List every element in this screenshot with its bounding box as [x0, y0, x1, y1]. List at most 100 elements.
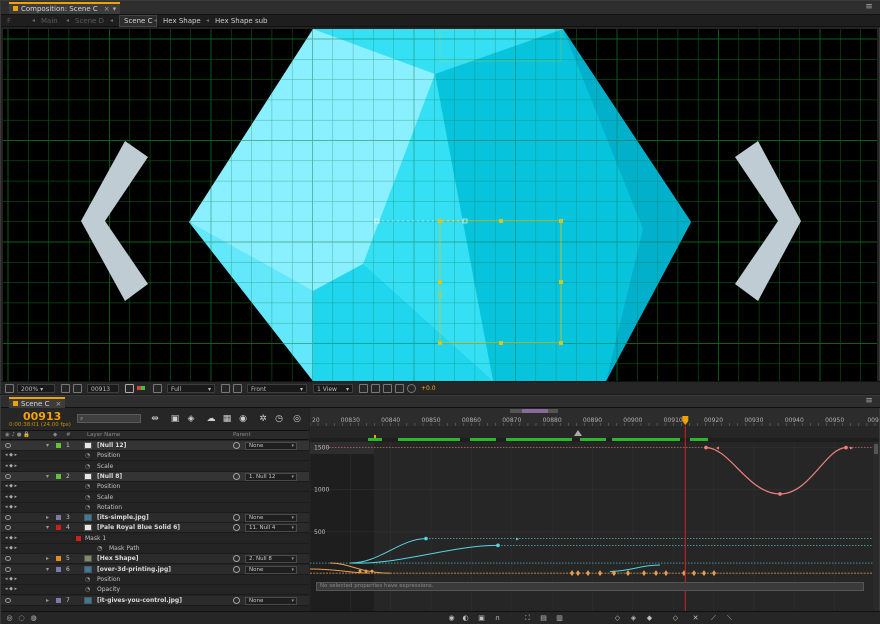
- visibility-eye-icon[interactable]: [5, 556, 11, 562]
- mask-color-swatch[interactable]: [76, 535, 81, 541]
- visibility-eye-icon[interactable]: [5, 473, 11, 479]
- layer-row[interactable]: ▸ 3 [its-simple.jpg] None: [1, 513, 309, 524]
- exposure-value[interactable]: +0.0: [421, 384, 436, 393]
- always-preview-icon[interactable]: [5, 384, 14, 393]
- toggle-modes-icon[interactable]: ◌: [17, 614, 26, 623]
- expand-triangle-icon[interactable]: ▸: [46, 513, 49, 522]
- property-name[interactable]: Opacity: [97, 585, 120, 594]
- composition-tab[interactable]: Composition: Scene C × ▾: [9, 2, 121, 14]
- snap-icon[interactable]: ∩: [493, 614, 502, 623]
- visibility-eye-icon[interactable]: [5, 515, 11, 521]
- visibility-eye-icon[interactable]: [5, 443, 11, 448]
- show-transform-box-icon[interactable]: ▣: [477, 614, 486, 623]
- snapshot-icon[interactable]: [125, 384, 134, 393]
- stopwatch-icon[interactable]: ◔: [97, 545, 104, 552]
- layer-label-color[interactable]: [56, 443, 61, 448]
- auto-keyframe-icon[interactable]: ◷: [273, 413, 285, 425]
- stopwatch-icon[interactable]: ◔: [85, 483, 92, 490]
- property-row[interactable]: ◂ ◆ ▸ ◔ Opacity: [1, 585, 309, 596]
- expand-triangle-icon[interactable]: ▸: [46, 554, 49, 563]
- panel-options-icon[interactable]: ≡: [864, 2, 874, 12]
- bounds-handle[interactable]: [499, 219, 503, 223]
- hold-keyframe-icon[interactable]: ◈: [629, 614, 638, 623]
- property-row[interactable]: ◂ ◆ ▸ ◔ Rotation: [1, 502, 309, 513]
- layer-label-color[interactable]: [56, 515, 61, 521]
- visibility-eye-icon[interactable]: [5, 597, 11, 603]
- toggle-switches-icon[interactable]: ◎: [5, 614, 14, 623]
- keyframe-navigator-icon[interactable]: ◂ ◆ ▸: [5, 451, 17, 460]
- fast-previews-icon[interactable]: [221, 384, 230, 393]
- expand-triangle-icon[interactable]: ▾: [46, 472, 49, 481]
- visibility-eye-icon[interactable]: [5, 566, 11, 572]
- keyframe-navigator-icon[interactable]: ◂ ◆ ▸: [5, 462, 17, 471]
- bounds-handle[interactable]: [499, 341, 503, 345]
- graph-scrollbar[interactable]: [873, 442, 879, 611]
- keyframe-navigator-icon[interactable]: ◂ ◆ ▸: [5, 544, 17, 553]
- parent-dropdown[interactable]: None: [245, 565, 297, 574]
- keyframe-marker-icon[interactable]: ▸: [516, 536, 519, 543]
- pick-whip-icon[interactable]: [233, 565, 240, 573]
- motion-blur-toggle-icon[interactable]: ◉: [237, 413, 249, 425]
- property-row[interactable]: ◂ ◆ ▸ Mask 1: [1, 533, 309, 544]
- parent-dropdown[interactable]: None: [245, 596, 297, 605]
- pick-whip-icon[interactable]: [233, 514, 240, 522]
- breadcrumb-f[interactable]: F: [7, 16, 11, 26]
- current-time-field[interactable]: 00913: [87, 384, 119, 393]
- layer-row[interactable]: ▾ 1 [Null 12] None: [1, 441, 309, 451]
- layer-row[interactable]: ▾ 2 [Null 8] 1. Null 12: [1, 471, 309, 482]
- bounds-handle[interactable]: [559, 341, 563, 345]
- layer-name-header[interactable]: Layer Name: [87, 432, 120, 439]
- linear-keyframe-icon[interactable]: ◆: [645, 614, 654, 623]
- stopwatch-icon[interactable]: ◔: [85, 576, 92, 583]
- timeline-tab[interactable]: Scene C ×: [9, 397, 66, 408]
- fit-selection-icon[interactable]: ⛶: [523, 614, 532, 623]
- layer-row[interactable]: ▾ 4 [Pale Royal Blue Solid 6] 11. Null 4: [1, 523, 309, 534]
- layer-label-color[interactable]: [56, 597, 61, 603]
- parent-dropdown[interactable]: 1. Null 12: [245, 472, 297, 481]
- stopwatch-icon[interactable]: ◔: [85, 494, 92, 501]
- expression-field[interactable]: No selected properties have expressions.: [316, 582, 864, 591]
- tab-close-icon[interactable]: ×: [55, 400, 61, 408]
- panel-options-icon[interactable]: ≡: [864, 396, 874, 406]
- keyframe-point[interactable]: [844, 445, 848, 450]
- graph-type-icon[interactable]: ◐: [461, 614, 470, 623]
- breadcrumb-hex-shape-sub[interactable]: Hex Shape sub: [215, 16, 268, 26]
- anchor-point[interactable]: [437, 218, 443, 224]
- keyframe-navigator-icon[interactable]: ◂ ◆ ▸: [5, 482, 17, 491]
- breadcrumb-main[interactable]: Main: [41, 16, 58, 26]
- bounds-handle[interactable]: [559, 280, 563, 284]
- auto-bezier-icon[interactable]: ◇: [671, 614, 680, 623]
- stopwatch-icon[interactable]: ◔: [85, 586, 92, 593]
- pick-whip-icon[interactable]: [233, 596, 240, 604]
- toggle-pixel-aspect-icon[interactable]: [233, 384, 242, 393]
- layer-name[interactable]: [it-gives-you-control.jpg]: [97, 596, 182, 605]
- toggle-inout-icon[interactable]: ◍: [29, 614, 38, 623]
- visibility-eye-icon[interactable]: [5, 525, 11, 531]
- breadcrumb-hex-shape[interactable]: Hex Shape: [163, 16, 201, 26]
- comp-mini-flowchart-icon[interactable]: ⇹: [149, 413, 161, 425]
- keyframe-point[interactable]: [364, 569, 368, 573]
- expand-triangle-icon[interactable]: ▾: [46, 523, 49, 532]
- motion-blur-icon[interactable]: [395, 384, 404, 393]
- work-area-highlight[interactable]: [522, 409, 548, 413]
- fit-all-icon[interactable]: ▤: [539, 614, 548, 623]
- flowchart-icon[interactable]: [383, 384, 392, 393]
- layer-name[interactable]: [Null 12]: [97, 441, 126, 450]
- easy-ease-icon[interactable]: ✕: [691, 614, 700, 623]
- property-name[interactable]: Rotation: [97, 503, 122, 512]
- property-name[interactable]: Position: [97, 575, 120, 584]
- ease-out-icon[interactable]: ⟍: [725, 614, 734, 623]
- layer-row[interactable]: ▸ 7 [it-gives-you-control.jpg] None: [1, 595, 309, 606]
- keyframe-point[interactable]: [778, 492, 782, 496]
- show-channel-icon[interactable]: [137, 384, 146, 393]
- pick-whip-icon[interactable]: [233, 524, 240, 532]
- keyframe-point[interactable]: [496, 543, 500, 548]
- keyframe-point[interactable]: [704, 445, 708, 450]
- expand-triangle-icon[interactable]: ▸: [46, 596, 49, 605]
- color-channel-icon[interactable]: [153, 384, 162, 393]
- layer-search-input[interactable]: ⌕: [77, 414, 141, 423]
- property-name[interactable]: Position: [97, 451, 120, 460]
- bounds-handle[interactable]: [438, 341, 442, 345]
- layer-row[interactable]: ▸ 5 [Hex Shape] 2. Null 8: [1, 554, 309, 565]
- layer-label-color[interactable]: [56, 556, 61, 562]
